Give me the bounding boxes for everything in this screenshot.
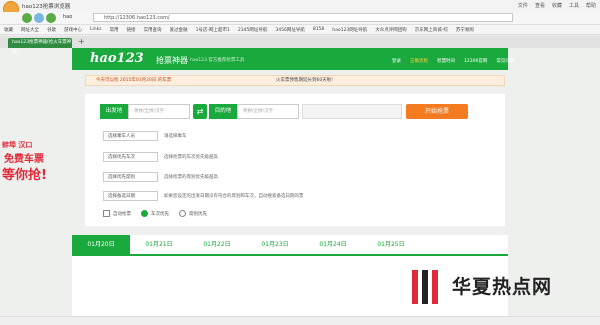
date-tab[interactable]: 01月22日 (188, 235, 246, 254)
swap-stations-icon[interactable]: ⇄ (193, 104, 207, 119)
passengers-hint: 请选择乘车 (164, 134, 187, 139)
menu-item-tools[interactable]: 工具 (569, 2, 579, 9)
grab-options: 自动抢票 车次优先 席别优先 (103, 210, 207, 217)
site-nav: 登录 正确流程 智慧时间 12306官网 常见问题 (392, 58, 514, 64)
notice-text: 今天可以抢 2015年03月20日 的车票 (96, 78, 172, 83)
nav-time[interactable]: 智慧时间 (437, 58, 455, 64)
alt-dates-hint: 如果您设定的出发日期没有符合的席别和车次，自动搜索备选日期的票 (164, 194, 304, 199)
date-tab[interactable]: 01月21日 (130, 235, 188, 254)
watermark-logo-icon (412, 270, 438, 304)
bookmark-item[interactable]: 谷歌 (47, 27, 56, 33)
nav-faq[interactable]: 常见问题 (496, 58, 514, 64)
seat-priority-radio[interactable]: 席别优先 (179, 210, 207, 217)
to-label: 目的地 (209, 104, 237, 119)
bookmark-item[interactable]: 链接 (127, 27, 136, 33)
forward-icon[interactable] (34, 13, 44, 23)
trains-hint: 选择抢票的车次优先级越高 (164, 155, 218, 160)
date-tab[interactable]: 01月23日 (246, 235, 304, 254)
bookmark-item[interactable]: 实用查询 (144, 27, 162, 33)
bookmark-item[interactable]: 游戏中心 (64, 27, 82, 33)
refresh-icon[interactable] (46, 13, 56, 23)
ad-line-3[interactable]: 等你抢! (2, 164, 47, 183)
date-tabs: 01月20日 01月21日 01月22日 01月23日 01月24日 01月25… (72, 235, 508, 256)
date-input[interactable] (302, 104, 402, 119)
bookmark-item[interactable]: 京东网上商城-综 (415, 27, 448, 33)
from-label: 出发地 (100, 104, 128, 119)
tab-hao123[interactable]: hao123抢票神器(抢火车票神器) (8, 38, 72, 55)
bookmarks-bar: 收藏 网址大全 谷歌 游戏中心 Links 常用 链接 实用查询 爱过金融 1号… (0, 25, 600, 35)
bookmark-item[interactable]: 网址大全 (21, 27, 39, 33)
menu-item-favorites[interactable]: 收藏 (552, 2, 562, 9)
train-priority-label: 车次优先 (151, 212, 169, 217)
window-title: hao123抢票浏览器 (22, 4, 71, 10)
ad-line-1[interactable]: 蚌埠 汉口 (2, 140, 32, 150)
back-icon[interactable] (22, 13, 32, 23)
bookmark-item[interactable]: 爱过金融 (170, 27, 188, 33)
to-station-input[interactable]: 简拼/全拼/汉字 (237, 104, 299, 119)
nav-login[interactable]: 登录 (392, 58, 401, 64)
title-bar (0, 0, 600, 12)
select-seats[interactable]: 选择优先席别 (103, 172, 158, 182)
ad-line-2[interactable]: 免费车票 (4, 150, 44, 165)
bookmark-item[interactable]: 8158 (313, 27, 324, 32)
menu-item-file[interactable]: 文件 (518, 2, 528, 9)
bookmark-item[interactable]: 常用 (110, 27, 119, 33)
site-subtitle: 抢票神器 (156, 56, 188, 65)
tab-strip (0, 36, 600, 48)
site-slogan: hao123 官方推荐抢票工具 (190, 58, 245, 63)
site-logo[interactable]: hao123 (90, 51, 144, 66)
auto-grab-checkbox[interactable]: 自动抢票 (103, 210, 131, 217)
bookmark-item[interactable]: 3456网址导航 (275, 27, 304, 33)
date-tab[interactable]: 01月24日 (304, 235, 362, 254)
results-panel (72, 256, 508, 325)
bookmark-item[interactable]: Links (90, 27, 102, 32)
select-alt-dates[interactable]: 选择备选日期 (103, 191, 158, 201)
select-passengers[interactable]: 选择乘车人员 (103, 131, 158, 141)
auto-grab-label: 自动抢票 (113, 212, 131, 217)
menu-bar: 文件 查看 收藏 工具 帮助 (518, 2, 596, 9)
menu-item-help[interactable]: 帮助 (586, 2, 596, 9)
menu-item-view[interactable]: 查看 (535, 2, 545, 9)
nav-flow[interactable]: 正确流程 (410, 58, 428, 64)
bookmark-item[interactable]: 2345网址导航 (238, 27, 267, 33)
nav-12306[interactable]: 12306官网 (464, 58, 487, 64)
date-tab[interactable]: 01月20日 (72, 235, 130, 254)
home-icon[interactable]: hao (63, 14, 72, 20)
bookmark-item[interactable]: 1号店-网上超市1 (196, 27, 230, 33)
train-priority-radio[interactable]: 车次优先 (141, 210, 169, 217)
bookmark-item[interactable]: 苏宁易购 (456, 27, 474, 33)
address-bar[interactable]: http://12306.hao123.com/ (93, 13, 513, 22)
notice-text-2[interactable]: 火车票预售期延长到60天啦! (276, 76, 333, 86)
from-station-input[interactable]: 简拼/全拼/汉字 (128, 104, 190, 119)
new-tab-icon[interactable]: + (78, 37, 85, 46)
bookmark-item[interactable]: hao123网址导航 (332, 27, 367, 33)
start-grab-button[interactable]: 开始抢票 (406, 104, 468, 119)
status-bar (0, 316, 600, 325)
date-tab[interactable]: 01月25日 (362, 235, 420, 254)
notice-bar: 今天可以抢 2015年03月20日 的车票 火车票预售期延长到60天啦! (85, 75, 505, 86)
select-trains[interactable]: 选择优先车次 (103, 152, 158, 162)
seat-priority-label: 席别优先 (189, 212, 207, 217)
bookmark-item[interactable]: 收藏 (4, 27, 13, 33)
bookmark-item[interactable]: 大众点评网团购 (375, 27, 407, 33)
watermark-text: 华夏热点网 (452, 276, 553, 298)
seats-hint: 选择抢票的席别优先级越高 (164, 175, 218, 180)
